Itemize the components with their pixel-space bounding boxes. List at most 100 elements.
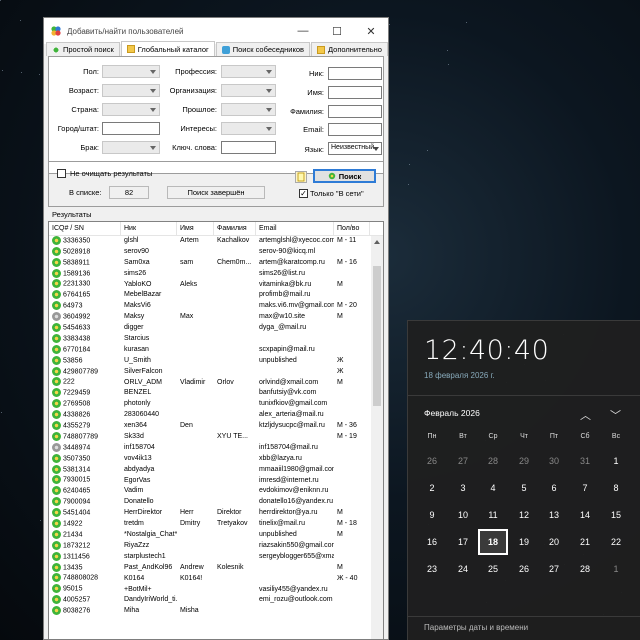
table-row[interactable]: 3604992 Maksy Max max@w10.site М (49, 312, 383, 323)
table-row[interactable]: 7930015 EgorVas imresd@internet.ru (49, 475, 383, 487)
age-select[interactable] (102, 84, 160, 97)
calendar-day[interactable]: 4 (478, 475, 508, 501)
calendar-day[interactable]: 22 (601, 529, 631, 555)
table-row[interactable]: 13435 Past_AndKol96 Andrew Kolesnik М (49, 562, 383, 574)
tab-find-chat-partners[interactable]: Поиск собеседников (215, 42, 310, 56)
calendar-day[interactable]: 14 (570, 502, 600, 528)
previous-month-arrow-icon[interactable]: ︿ (580, 407, 591, 423)
minimize-button[interactable]: — (286, 18, 320, 44)
table-row[interactable]: 3383438 Starcius (49, 333, 383, 345)
calendar-day[interactable]: 25 (478, 556, 508, 582)
table-row[interactable]: 5838911 Sam0xa sam Chem0m... artem@karatcomp… (49, 257, 383, 269)
calendar-day[interactable]: 30 (539, 448, 569, 474)
calendar-day[interactable]: 2 (417, 475, 447, 501)
close-button[interactable]: ✕ (354, 18, 388, 44)
column-header[interactable]: Ник (121, 222, 177, 236)
name-input[interactable] (328, 86, 382, 99)
calendar-day[interactable]: 29 (509, 448, 539, 474)
table-row[interactable]: 5028918 serov90 serov-90@kicq.ml (49, 246, 383, 258)
column-header[interactable]: Имя (177, 222, 214, 236)
calendar-day[interactable]: 3 (448, 475, 478, 501)
table-row[interactable]: 3336350 glshl Artem Kachalkov artemglshl@xye… (49, 235, 383, 247)
table-row[interactable]: 4355279 xen364 Den ktzljdysucpc@mail.ru М - … (49, 420, 383, 432)
calendar-day[interactable]: 23 (417, 556, 447, 582)
clock-date[interactable]: 18 февраля 2026 г. (424, 371, 495, 380)
email-input[interactable] (328, 123, 382, 136)
scrollbar-thumb[interactable] (373, 266, 381, 406)
table-row[interactable]: 4338826 283060440 alex_arteria@mail.ru (49, 410, 383, 421)
next-month-arrow-icon[interactable]: ﹀ (610, 407, 621, 423)
note-button[interactable] (295, 171, 307, 183)
calendar-day-today[interactable]: 18 (478, 529, 508, 555)
table-row[interactable]: 64973 MaksVi6 maks.vi6.mv@gmail.com М - 20 (49, 301, 383, 312)
maximize-button[interactable]: ☐ (320, 18, 354, 44)
date-time-settings-link[interactable]: Параметры даты и времени (424, 623, 528, 632)
table-row[interactable]: 429807789 SilverFalcon Ж (49, 366, 383, 378)
table-row[interactable]: 1873212 RiyaZzz riazsakin550@gmail.com (49, 540, 383, 552)
table-row[interactable]: 5381314 abdyadya mmaaiil1980@gmail.com (49, 464, 383, 476)
table-row[interactable]: 3448974 inf158704 inf158704@mail.ru (49, 442, 383, 454)
calendar-day[interactable]: 1 (601, 448, 631, 474)
table-row[interactable]: 748807789 Sk33d XYU TE... М - 19 (49, 431, 383, 443)
vertical-scrollbar[interactable] (371, 236, 383, 639)
calendar-day[interactable]: 6 (539, 475, 569, 501)
table-row[interactable]: 95015 +BotMil+ vasiliy455@yandex.ru (49, 584, 383, 596)
column-header[interactable]: ICQ# / SN (49, 222, 121, 236)
organization-select[interactable] (221, 84, 276, 97)
table-row[interactable]: 5451404 HerrDirektor Herr Direktor herrdirek… (49, 508, 383, 519)
table-row[interactable]: 748808028 K0164 K0164! Ж - 40 (49, 573, 383, 585)
table-row[interactable]: 4005257 DandyIriWorld_ti... emi_rozu@outlo… (49, 595, 383, 606)
column-header[interactable]: Email (256, 222, 334, 236)
calendar-day[interactable]: 7 (570, 475, 600, 501)
calendar-day[interactable]: 24 (448, 556, 478, 582)
tab-additional[interactable]: Дополнительно (310, 42, 388, 56)
keywords-input[interactable] (221, 141, 276, 154)
calendar-day[interactable]: 31 (570, 448, 600, 474)
calendar-day[interactable]: 21 (570, 529, 600, 555)
online-only-checkbox[interactable]: ✓ (299, 189, 308, 198)
table-row[interactable]: 21434 *Nostalgia_Chat* unpublished М (49, 529, 383, 541)
city-input[interactable] (102, 122, 160, 135)
interests-select[interactable] (221, 122, 276, 135)
column-header[interactable]: Пол/во (334, 222, 370, 236)
tab-global-catalog[interactable]: Глобальный каталог (120, 41, 215, 56)
nick-input[interactable] (328, 67, 382, 80)
calendar-day[interactable]: 5 (509, 475, 539, 501)
calendar-month-title[interactable]: Февраль 2026 (424, 408, 480, 418)
table-row[interactable]: 8038276 Miha Misha (49, 606, 383, 617)
calendar-day[interactable]: 26 (417, 448, 447, 474)
keep-results-checkbox[interactable] (57, 169, 66, 178)
table-row[interactable]: 1589136 sims26 sims26@list.ru (49, 268, 383, 280)
table-row[interactable]: 5454633 digger dyga_@mail.ru (49, 322, 383, 334)
tab-simple-search[interactable]: Простой поиск (46, 42, 120, 56)
surname-input[interactable] (328, 105, 382, 118)
calendar-day[interactable]: 15 (601, 502, 631, 528)
table-row[interactable]: 222 ORLV_ADM Vladimir Orlov orlvind@xmail.co… (49, 377, 383, 389)
calendar-day[interactable]: 9 (417, 502, 447, 528)
calendar-day[interactable]: 1 (601, 556, 631, 582)
calendar-day[interactable]: 28 (570, 556, 600, 582)
table-row[interactable]: 53856 U_Smith unpublished Ж (49, 355, 383, 367)
calendar-day[interactable]: 26 (509, 556, 539, 582)
language-select[interactable]: Неизвестный (328, 142, 382, 155)
calendar-day[interactable]: 16 (417, 529, 447, 555)
table-row[interactable]: 6764165 MebelBazar profimb@mail.ru (49, 290, 383, 301)
calendar-day[interactable]: 27 (448, 448, 478, 474)
calendar-day[interactable]: 11 (478, 502, 508, 528)
table-row[interactable]: 6240465 Vadim evdokimov@eniknn.ru (49, 486, 383, 497)
table-row[interactable]: 2231330 YabloKO Aleks vitaminka@bk.ru М (49, 279, 383, 291)
table-row[interactable]: 1311456 starplustech1 sergeyblogger655@xma… (49, 551, 383, 563)
table-row[interactable]: 2769508 photonly tunixfkiov@gmail.com (49, 399, 383, 410)
calendar-day[interactable]: 10 (448, 502, 478, 528)
calendar-day[interactable]: 8 (601, 475, 631, 501)
table-row[interactable]: 7900094 Donatello donatello16@yandex.ru (49, 497, 383, 508)
table-row[interactable]: 14922 tretdm Dmitry Tretyakov tinelix@mail.r… (49, 518, 383, 530)
calendar-day[interactable]: 28 (478, 448, 508, 474)
table-row[interactable]: 3507350 vov4ik13 xbb@lazya.ru (49, 453, 383, 465)
past-select[interactable] (221, 103, 276, 116)
calendar-day[interactable]: 12 (509, 502, 539, 528)
calendar-day[interactable]: 13 (539, 502, 569, 528)
calendar-day[interactable]: 27 (539, 556, 569, 582)
scroll-up-arrow-icon[interactable] (374, 240, 380, 244)
country-select[interactable] (102, 103, 160, 116)
